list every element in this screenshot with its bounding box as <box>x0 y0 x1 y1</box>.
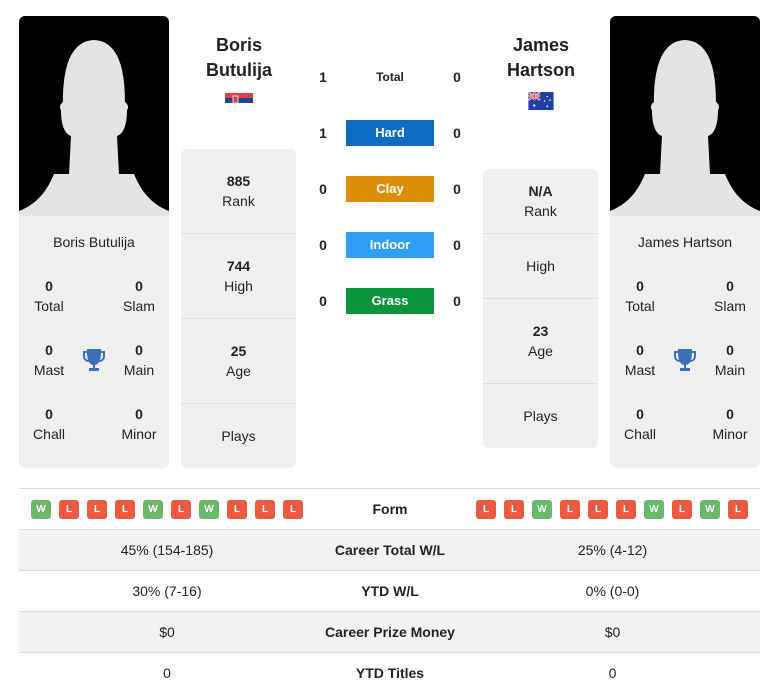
h2h-clay-left: 0 <box>319 181 327 197</box>
trophy-icon <box>83 349 105 371</box>
player1-titles-main: 0 Main <box>123 342 155 378</box>
ytd-titles-row: 0 YTD Titles 0 <box>19 652 760 693</box>
form-badge-win[interactable]: W <box>199 500 219 519</box>
player1-card: Boris Butulija 0 Total 0 Slam 0 Mast 0 Main … <box>19 16 169 468</box>
form-badge-win[interactable]: W <box>143 500 163 519</box>
player1-photo[interactable] <box>19 16 169 216</box>
player2-ytd-wl: 0% (0-0) <box>585 583 640 599</box>
player2-card: James Hartson 0 Total 0 Slam 0 Mast 0 Main 0… <box>610 16 760 468</box>
player2-ytd-titles: 0 <box>608 665 617 681</box>
form-label: Form <box>372 501 408 517</box>
form-badge-loss[interactable]: L <box>227 500 247 519</box>
comparison-table: WLLLWLWLLL Form LLWLLLWLWL 45% (154-185)… <box>19 488 760 693</box>
form-badge-loss[interactable]: L <box>255 500 275 519</box>
australia-flag-icon <box>527 92 554 110</box>
player2-rank: N/A Rank <box>483 169 598 234</box>
player1-age: 25 Age <box>181 319 296 404</box>
form-badge-win[interactable]: W <box>532 500 552 519</box>
player1-name[interactable]: Boris Butulija <box>174 33 304 83</box>
h2h-indoor-right: 0 <box>453 237 461 253</box>
surface-grass-button[interactable]: Grass <box>346 288 434 314</box>
form-badge-loss[interactable]: L <box>171 500 191 519</box>
trophy-icon <box>674 349 696 371</box>
player1-rank: 885 Rank <box>181 149 296 234</box>
player1-career-total-wl: 45% (154-185) <box>120 542 214 558</box>
player1-ytd-titles: 0 <box>163 665 171 681</box>
form-badge-win[interactable]: W <box>700 500 720 519</box>
player2-titles-total: 0 Total <box>625 278 655 314</box>
h2h-hard-right: 0 <box>453 125 461 141</box>
player2-titles-main: 0 Main <box>714 342 746 378</box>
silhouette-icon <box>610 40 760 216</box>
form-badge-win[interactable]: W <box>644 500 664 519</box>
career-total-wl-row: 45% (154-185) Career Total W/L 25% (4-12… <box>19 529 760 570</box>
form-badge-loss[interactable]: L <box>560 500 580 519</box>
form-badge-loss[interactable]: L <box>672 500 692 519</box>
player2-age: 23 Age <box>483 299 598 384</box>
player2-fullname: James Hartson <box>637 234 733 250</box>
player2-career-total-wl: 25% (4-12) <box>577 542 648 558</box>
player1-titles-slam: 0 Slam <box>123 278 155 314</box>
h2h-grass-left: 0 <box>319 293 327 309</box>
h2h-total-label: Total <box>376 70 404 84</box>
h2h-grass-row: 0 Grass 0 <box>305 288 475 314</box>
form-badge-loss[interactable]: L <box>504 500 524 519</box>
player2-career-prize-money: $0 <box>604 624 621 640</box>
form-badge-loss[interactable]: L <box>87 500 107 519</box>
h2h-total-row: 1 Total 0 <box>305 64 475 90</box>
player2-titles-chall: 0 Chall <box>624 406 656 442</box>
player2-name[interactable]: James Hartson <box>476 33 606 83</box>
h2h-clay-right: 0 <box>453 181 461 197</box>
h2h-total-right: 0 <box>453 69 461 85</box>
player1-high: 744 High <box>181 234 296 319</box>
form-row: WLLLWLWLLL Form LLWLLLWLWL <box>19 488 760 529</box>
player1-titles-total: 0 Total <box>34 278 64 314</box>
ytd-wl-label: YTD W/L <box>361 583 419 599</box>
silhouette-icon <box>19 40 169 216</box>
h2h-total-left: 1 <box>319 69 327 85</box>
surface-indoor-button[interactable]: Indoor <box>346 232 434 258</box>
player2-photo[interactable] <box>610 16 760 216</box>
career-prize-money-label: Career Prize Money <box>325 624 455 640</box>
form-badge-loss[interactable]: L <box>616 500 636 519</box>
player1-fullname: Boris Butulija <box>53 234 135 250</box>
ytd-titles-label: YTD Titles <box>355 665 425 681</box>
player2-info-card: N/A Rank High 23 Age Plays <box>483 169 598 448</box>
career-total-wl-label: Career Total W/L <box>334 542 446 558</box>
player1-info-card: 885 Rank 744 High 25 Age Plays <box>181 149 296 468</box>
serbia-flag-icon <box>225 93 253 107</box>
player2-plays: Plays <box>523 408 558 424</box>
surface-hard-button[interactable]: Hard <box>346 120 434 146</box>
player1-titles-mast: 0 Mast <box>33 342 65 378</box>
player2-form: LLWLLLWLWL <box>476 489 748 530</box>
player1-plays: Plays <box>221 428 256 444</box>
h2h-hard-left: 1 <box>319 125 327 141</box>
player1-titles-chall: 0 Chall <box>33 406 65 442</box>
form-badge-win[interactable]: W <box>31 500 51 519</box>
player2-titles-minor: 0 Minor <box>712 406 748 442</box>
player1-ytd-wl: 30% (7-16) <box>132 583 202 599</box>
h2h-indoor-left: 0 <box>319 237 327 253</box>
career-prize-money-row: $0 Career Prize Money $0 <box>19 611 760 652</box>
ytd-wl-row: 30% (7-16) YTD W/L 0% (0-0) <box>19 570 760 611</box>
player2-titles-slam: 0 Slam <box>714 278 746 314</box>
form-badge-loss[interactable]: L <box>115 500 135 519</box>
form-badge-loss[interactable]: L <box>476 500 496 519</box>
form-badge-loss[interactable]: L <box>728 500 748 519</box>
form-badge-loss[interactable]: L <box>283 500 303 519</box>
h2h-clay-row: 0 Clay 0 <box>305 176 475 202</box>
player2-titles-mast: 0 Mast <box>624 342 656 378</box>
h2h-hard-row: 1 Hard 0 <box>305 120 475 146</box>
player1-titles-minor: 0 Minor <box>121 406 157 442</box>
surface-clay-button[interactable]: Clay <box>346 176 434 202</box>
form-badge-loss[interactable]: L <box>59 500 79 519</box>
form-badge-loss[interactable]: L <box>588 500 608 519</box>
player1-career-prize-money: $0 <box>159 624 175 640</box>
player2-high: High <box>483 234 598 299</box>
h2h-indoor-row: 0 Indoor 0 <box>305 232 475 258</box>
player1-form: WLLLWLWLLL <box>31 489 303 530</box>
h2h-grass-right: 0 <box>453 293 461 309</box>
